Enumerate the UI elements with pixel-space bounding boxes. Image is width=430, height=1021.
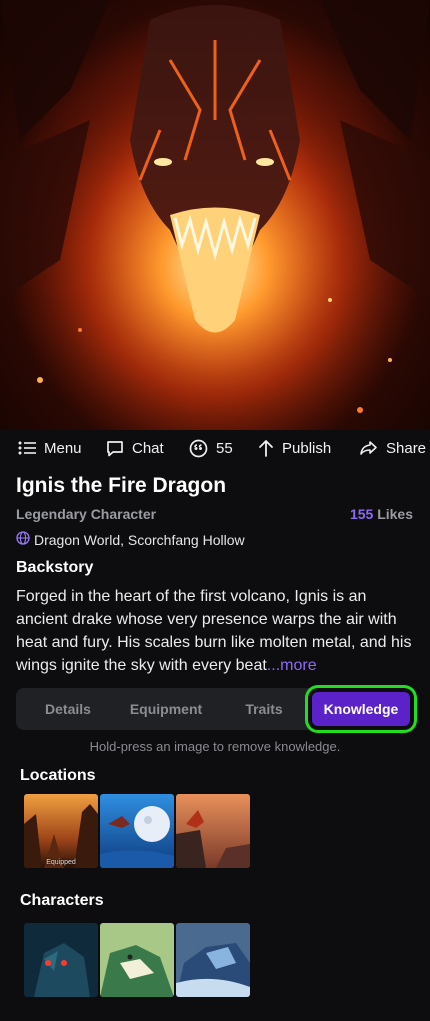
knowledge-hint: Hold-press an image to remove knowledge. — [89, 739, 341, 754]
backstory-heading: Backstory — [16, 559, 94, 576]
characters-list — [24, 923, 250, 997]
tab-details[interactable]: Details — [28, 688, 108, 730]
comments-button[interactable]: 55 — [189, 430, 233, 466]
publish-label: Publish — [282, 439, 332, 457]
location-thumbnail[interactable]: Equipped — [24, 794, 98, 868]
quote-bubble-icon — [189, 439, 208, 458]
world-link[interactable]: Dragon World, Scorchfang Hollow — [16, 531, 245, 548]
location-thumbnail[interactable] — [100, 794, 174, 868]
location-thumbnail[interactable] — [176, 794, 250, 868]
character-hero-image — [0, 0, 430, 430]
character-thumbnail[interactable] — [176, 923, 250, 997]
world-name: Dragon World, Scorchfang Hollow — [34, 531, 245, 548]
character-name: Ignis the Fire Dragon — [16, 474, 227, 497]
backstory-body: Forged in the heart of the first volcano… — [16, 588, 412, 674]
likes-counter[interactable]: 155 Likes — [350, 506, 413, 522]
tab-traits[interactable]: Traits — [228, 688, 300, 730]
character-thumbnail[interactable] — [24, 923, 98, 997]
locations-heading: Locations — [20, 767, 96, 784]
chat-label: Chat — [132, 439, 164, 457]
chat-bubble-icon — [106, 440, 124, 457]
equipped-badge: Equipped — [46, 859, 76, 866]
action-toolbar: Menu Chat 55 Publish Share — [0, 430, 430, 466]
read-more-link[interactable]: ...more — [267, 657, 317, 674]
menu-label: Menu — [44, 439, 82, 457]
share-arrow-icon — [359, 440, 378, 456]
backstory-text: Forged in the heart of the first volcano… — [16, 585, 416, 677]
tab-equipment[interactable]: Equipment — [120, 688, 212, 730]
characters-heading: Characters — [20, 892, 104, 909]
character-category: Legendary Character — [16, 506, 157, 522]
chat-button[interactable]: Chat — [106, 430, 164, 466]
menu-button[interactable]: Menu — [18, 430, 82, 466]
share-button[interactable]: Share — [359, 430, 426, 466]
likes-label: Likes — [377, 506, 413, 522]
locations-list: Equipped — [24, 794, 250, 868]
character-thumbnail[interactable] — [100, 923, 174, 997]
share-label: Share — [386, 439, 427, 457]
profile-tabs: Details Equipment Traits Knowledge — [16, 688, 414, 730]
comments-count: 55 — [216, 439, 233, 457]
globe-icon — [16, 531, 30, 548]
list-icon — [18, 441, 36, 455]
tab-knowledge[interactable]: Knowledge — [312, 692, 410, 726]
arrow-up-icon — [258, 439, 274, 457]
publish-button[interactable]: Publish — [258, 430, 331, 466]
likes-count: 155 — [349, 506, 374, 522]
